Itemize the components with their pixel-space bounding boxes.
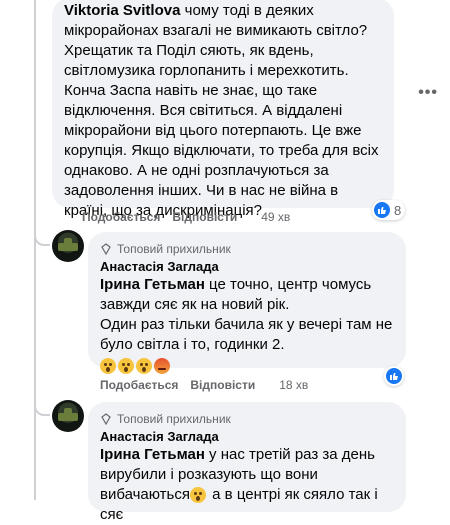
reply-connector [34,232,50,246]
shocked-face-emoji [118,357,134,374]
mention-link[interactable]: Ірина Гетьман [100,446,205,463]
reply-text: Ірина Гетьман це точно, центр чомусь зав… [100,276,393,353]
reply-bubble: Топовий прихильник Анастасія Заглада Іри… [88,402,406,523]
comment-text: Viktoria Svitlova чому тоді в деяких мік… [64,2,383,219]
reply-actions: Подобається Відповісти 18 хв [100,378,308,392]
mention-link[interactable]: Ірина Гетьман [100,276,205,293]
thread-line [34,0,36,500]
top-fan-badge: Топовий прихильник [100,412,394,426]
reply-bubble: Топовий прихильник Анастасія Заглада Іри… [88,232,406,374]
reply-button[interactable]: Відповісти [172,210,237,224]
shocked-face-emoji [190,487,206,504]
comment-author[interactable]: Viktoria Svitlova [64,2,180,19]
like-button[interactable]: Подобається [100,378,178,392]
avatar[interactable] [52,230,84,262]
angry-face-emoji [154,357,170,374]
like-button[interactable]: Подобається [82,210,160,224]
top-fan-badge-icon [101,413,111,425]
reply-timestamp[interactable]: 18 хв [279,378,308,392]
reply-button[interactable]: Відповісти [190,378,255,392]
comment-actions: Подобається Відповісти 49 хв [82,210,290,224]
like-reaction-icon [374,202,390,218]
shocked-face-emoji [136,357,152,374]
comment-timestamp[interactable]: 49 хв [261,210,290,224]
reply-author[interactable]: Анастасія Заглада [100,258,394,275]
reply-emojis [100,357,394,375]
shocked-face-emoji [100,357,116,374]
top-fan-badge: Топовий прихильник [100,242,394,256]
reaction-count: 8 [394,202,402,218]
comment-bubble: Viktoria Svitlova чому тоді в деяких мік… [52,0,394,219]
avatar[interactable] [52,400,84,432]
reply-connector [34,402,50,416]
reaction-summary[interactable]: 8 [372,200,406,220]
top-fan-badge-icon [101,243,111,255]
reaction-summary[interactable] [384,366,404,386]
reply-text: Ірина Гетьман у нас третій раз за день в… [100,446,382,523]
reply-author[interactable]: Анастасія Заглада [100,428,394,445]
like-reaction-icon [386,368,402,384]
more-options-icon[interactable]: ••• [418,84,438,102]
